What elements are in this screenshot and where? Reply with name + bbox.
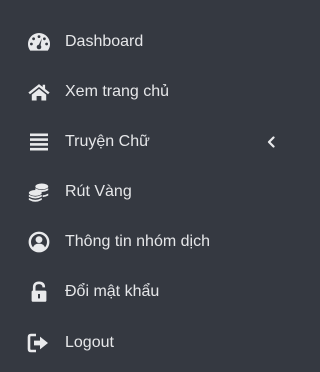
sidebar-item-home[interactable]: Xem trang chủ xyxy=(0,67,302,117)
sidebar-item-dashboard[interactable]: Dashboard xyxy=(0,17,302,67)
sidebar-nav: Dashboard Xem trang chủ Truyện Chữ Rút V… xyxy=(0,0,302,372)
sidebar-item-doi-mat-khau[interactable]: Đổi mật khẩu xyxy=(0,267,302,317)
sidebar-item-label: Đổi mật khẩu xyxy=(65,283,160,300)
unlock-icon xyxy=(27,280,51,304)
sidebar-item-label: Thông tin nhóm dịch xyxy=(65,233,210,250)
tachometer-icon xyxy=(27,30,51,54)
sidebar-item-label: Rút Vàng xyxy=(65,183,132,200)
sign-out-icon xyxy=(27,331,51,355)
user-circle-icon xyxy=(27,230,51,254)
sidebar-item-label: Dashboard xyxy=(65,33,144,50)
list-icon xyxy=(27,130,51,154)
sidebar-item-label: Logout xyxy=(65,334,114,351)
sidebar-item-thong-tin-nhom-dich[interactable]: Thông tin nhóm dịch xyxy=(0,217,302,267)
sidebar-item-truyen-chu[interactable]: Truyện Chữ xyxy=(0,117,302,167)
home-icon xyxy=(27,80,51,104)
coins-icon xyxy=(27,180,51,204)
sidebar-item-label: Xem trang chủ xyxy=(65,83,170,100)
chevron-left-icon[interactable] xyxy=(266,136,276,148)
sidebar-item-label: Truyện Chữ xyxy=(65,133,150,150)
sidebar-item-rut-vang[interactable]: Rút Vàng xyxy=(0,167,302,217)
sidebar-item-logout[interactable]: Logout xyxy=(0,318,302,368)
